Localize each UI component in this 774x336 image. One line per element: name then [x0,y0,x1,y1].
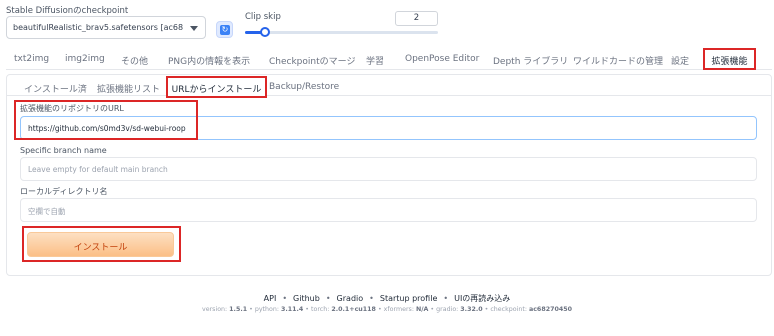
tab-img2img[interactable]: img2img [65,54,105,64]
footer-link-api[interactable]: API [264,294,277,303]
gradio-key: gradio: [436,306,461,313]
tab-txt2img[interactable]: txt2img [14,54,49,64]
tab-wildcards[interactable]: ワイルドカードの管理 [573,54,663,67]
branch-field[interactable]: Leave empty for default main branch [20,157,757,181]
torch-value: 2.0.1+cu118 [331,306,376,313]
refresh-checkpoint-button[interactable]: ↻ [216,21,233,38]
clip-skip-slider-track[interactable] [245,31,438,34]
tabs-divider [6,69,772,70]
version-key: version: [201,306,230,313]
footer-link-gradio[interactable]: Gradio [337,294,364,303]
tab-extensions-label: 拡張機能 [711,57,748,67]
subtab-available[interactable]: 拡張機能リスト [97,82,160,95]
version-value: 1.5.1 [229,306,248,313]
checkpoint-dropdown[interactable]: beautifulRealistic_brav5.safetensors [ac… [6,16,206,39]
subtab-backup-restore[interactable]: Backup/Restore [269,82,339,92]
checkpoint-value-hash: ac68270450 [528,306,572,313]
checkpoint-label: Stable Diffusionのcheckpoint [6,6,129,16]
branch-field-label: Specific branch name [20,146,107,155]
directory-field-placeholder: 空欄で自動 [28,207,66,216]
separator: • [443,294,449,303]
refresh-icon: ↻ [220,25,230,35]
xformers-key: xformers: [383,306,416,313]
branch-field-placeholder: Leave empty for default main branch [28,165,168,174]
python-value: 3.11.4 [280,306,304,313]
subtabs-divider [6,95,772,96]
install-highlight-box [22,226,181,262]
chevron-down-icon [190,26,198,31]
clip-skip-number-input[interactable]: 2 [395,11,438,26]
checkpoint-key: checkpoint: [490,306,529,313]
python-key: python: [254,306,281,313]
footer-link-startup-profile[interactable]: Startup profile [380,294,438,303]
tab-others[interactable]: その他 [121,54,148,67]
tab-extensions[interactable]: 拡張機能 [703,48,756,70]
url-highlight-box [14,100,198,140]
clip-skip-label: Clip skip [245,12,281,22]
tab-openpose-editor[interactable]: OpenPose Editor [405,54,479,64]
subtab-install-from-url-label: URLからインストール [171,85,262,95]
clip-skip-slider-thumb[interactable] [260,27,270,37]
directory-field-label: ローカルディレクトリ名 [20,187,108,196]
subtab-install-from-url[interactable]: URLからインストール [166,76,267,98]
separator: • [369,294,374,303]
tab-depth-library[interactable]: Depth ライブラリ [493,54,568,67]
tab-png-info[interactable]: PNG内の情報を表示 [168,54,250,67]
separator: • [282,294,288,303]
directory-field[interactable]: 空欄で自動 [20,198,757,222]
torch-key: torch: [311,306,332,313]
checkpoint-value: beautifulRealistic_brav5.safetensors [ac… [13,23,183,32]
footer-link-github[interactable]: Github [293,294,320,303]
gradio-value: 3.32.0 [460,306,483,313]
tab-checkpoint-merge[interactable]: Checkpointのマージ [269,54,355,67]
tab-train[interactable]: 学習 [366,54,384,67]
subtab-installed[interactable]: インストール済 [24,82,87,95]
footer-link-reload-ui[interactable]: UIの再読み込み [454,293,510,304]
xformers-value: N/A [415,306,429,313]
version-info: version: 1.5.1 • python: 3.11.4 • torch:… [201,306,572,313]
separator: • [325,294,331,303]
tab-settings[interactable]: 設定 [671,54,689,67]
footer-links: API • Github • Gradio • Startup profile • UIの再読み… [0,293,774,304]
